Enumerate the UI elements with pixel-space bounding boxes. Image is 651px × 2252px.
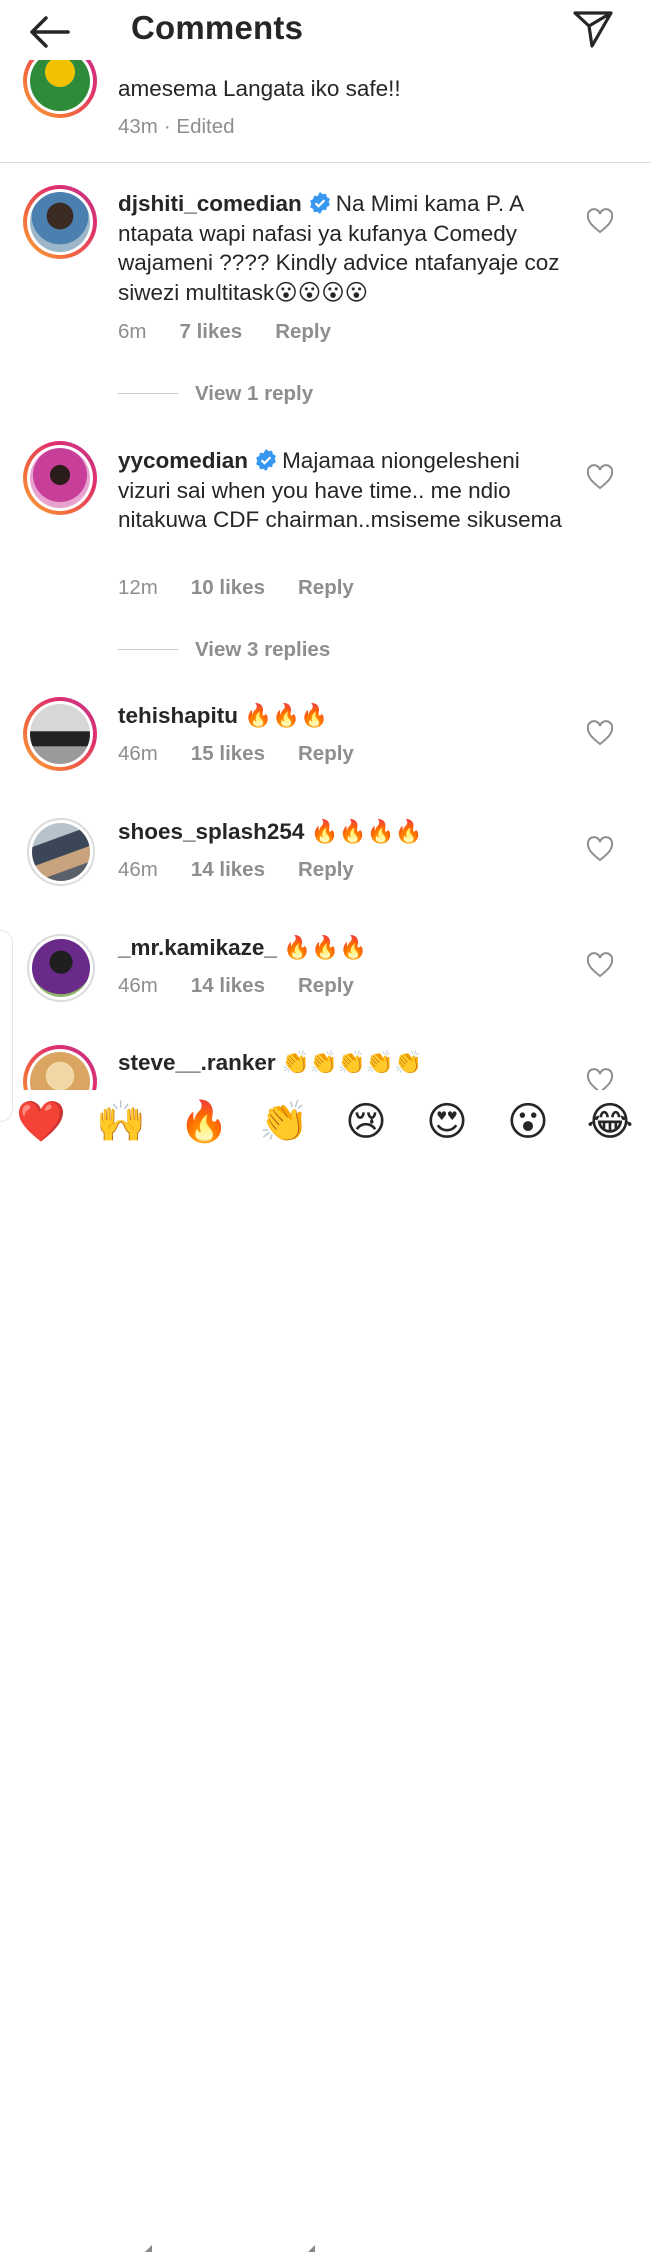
direct-send-icon[interactable] — [570, 6, 616, 52]
comment-body: 🔥🔥🔥 — [283, 935, 368, 960]
reply-button[interactable]: Reply — [275, 320, 331, 343]
username[interactable]: yycomedian — [118, 448, 248, 473]
username[interactable]: shoes_splash254 — [118, 819, 304, 844]
verified-badge-icon — [256, 449, 276, 471]
divider — [0, 162, 651, 163]
comment-meta: 6m 7 likes Reply — [118, 320, 364, 344]
view-replies-button[interactable]: View 3 replies — [118, 638, 330, 662]
reply-button[interactable]: Reply — [298, 742, 354, 765]
reply-button[interactable]: Reply — [298, 858, 354, 881]
likes-count[interactable]: 14 likes — [191, 974, 265, 997]
comments-feed[interactable]: amesema Langata iko safe!! 43m · Edited d… — [0, 0, 651, 1090]
comment-time: 46m — [118, 742, 158, 765]
back-arrow-icon[interactable] — [26, 12, 74, 52]
comment-time: 46m — [118, 858, 158, 881]
comment-text: _mr.kamikaze_ 🔥🔥🔥 — [118, 933, 578, 963]
comment-meta: 46m 14 likes Reply — [118, 974, 387, 998]
laughing-emoji-button[interactable]: 😂 — [582, 1098, 638, 1146]
comment-meta: 46m 14 likes Reply — [118, 858, 387, 882]
like-heart-icon[interactable] — [586, 952, 614, 978]
fire-emoji-button[interactable]: 🔥 — [176, 1098, 232, 1146]
comment-meta: 46m 15 likes Reply — [118, 742, 387, 766]
comment-text: yycomedian Majamaa niongelesheni vizuri s… — [118, 446, 578, 535]
comment-time: 12m — [118, 576, 158, 599]
page-title: Comments — [131, 9, 304, 46]
likes-count[interactable]: 10 likes — [191, 576, 265, 599]
avatar[interactable] — [23, 697, 97, 771]
reply-button[interactable]: Reply — [298, 576, 354, 599]
view-replies-label: View 1 reply — [195, 382, 314, 405]
username[interactable]: _mr.kamikaze_ — [118, 935, 277, 960]
top-bar: Comments — [0, 0, 651, 60]
like-heart-icon[interactable] — [586, 464, 614, 490]
username[interactable]: djshiti_comedian — [118, 191, 302, 216]
avatar[interactable] — [23, 1045, 97, 1090]
crying-emoji-button[interactable]: 😢 — [338, 1098, 394, 1146]
surprised-emoji-button[interactable]: 😮 — [500, 1098, 556, 1146]
comment-time: 46m — [118, 974, 158, 997]
avatar[interactable] — [23, 441, 97, 515]
heart-eyes-emoji-button[interactable]: 😍 — [419, 1098, 475, 1146]
likes-count[interactable]: 7 likes — [179, 320, 242, 343]
comment-meta: 43m · Edited — [118, 115, 268, 139]
heart-emoji-button[interactable]: ❤️ — [13, 1098, 69, 1146]
reply-button[interactable]: Reply — [298, 974, 354, 997]
view-replies-button[interactable]: View 1 reply — [118, 382, 313, 406]
comment-body: 🔥🔥🔥🔥 — [310, 819, 423, 844]
like-heart-icon[interactable] — [586, 836, 614, 862]
verified-badge-icon — [309, 192, 330, 214]
comment-time: 6m — [118, 320, 147, 343]
comment-meta: 12m 10 likes Reply — [118, 576, 387, 600]
replies-line — [118, 649, 178, 650]
comment-body: 🔥🔥🔥 — [244, 703, 329, 728]
like-heart-icon[interactable] — [586, 720, 614, 746]
comment-body: 👏👏👏👏👏 — [281, 1050, 422, 1075]
like-heart-icon[interactable] — [586, 1068, 614, 1090]
edited-label: · Edited — [163, 115, 235, 138]
edge-handle[interactable] — [0, 930, 13, 1122]
avatar[interactable] — [27, 934, 95, 1002]
comment-time: 43m — [118, 115, 158, 138]
avatar[interactable] — [27, 818, 95, 886]
comment-text: shoes_splash254 🔥🔥🔥🔥 — [118, 817, 578, 847]
comment-text: amesema Langata iko safe!! — [118, 76, 401, 101]
variant-indicator-icon — [145, 2245, 152, 2252]
avatar[interactable] — [23, 185, 97, 259]
comment-text: djshiti_comedian Na Mimi kama P. A ntapat… — [118, 189, 578, 307]
variant-indicator-icon — [308, 2245, 315, 2252]
emoji-reaction-bar: ❤️ 🙌 🔥 👏 😢 😍 😮 😂 — [0, 1090, 651, 2252]
comment-text: steve__.ranker 👏👏👏👏👏 — [118, 1048, 578, 1078]
likes-count[interactable]: 15 likes — [191, 742, 265, 765]
replies-line — [118, 393, 178, 394]
comment-text: tehishapitu 🔥🔥🔥 — [118, 701, 578, 731]
likes-count[interactable]: 14 likes — [191, 858, 265, 881]
raising-hands-emoji-button[interactable]: 🙌 — [93, 1098, 149, 1146]
view-replies-label: View 3 replies — [195, 638, 331, 661]
clapping-emoji-button[interactable]: 👏 — [256, 1098, 312, 1146]
like-heart-icon[interactable] — [586, 208, 614, 234]
username[interactable]: tehishapitu — [118, 703, 238, 728]
username[interactable]: steve__.ranker — [118, 1050, 276, 1075]
